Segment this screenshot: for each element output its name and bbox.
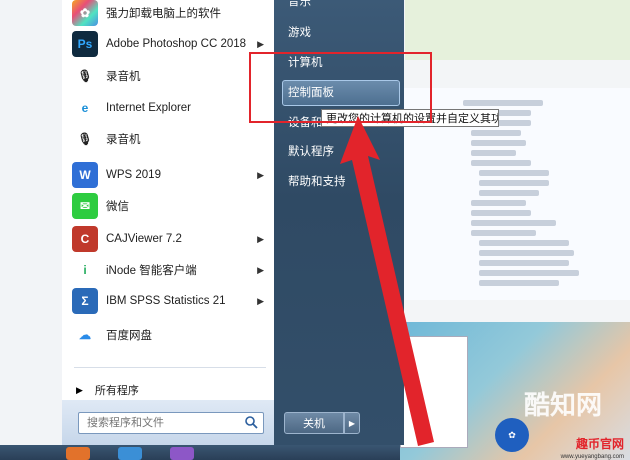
program-label: 微信 (106, 201, 129, 213)
program-item[interactable]: 🎙 录音机 (68, 61, 272, 91)
submenu-arrow-icon: ▶ (257, 264, 264, 275)
taskbar-app-icon[interactable] (66, 447, 90, 460)
background-window-header (405, 0, 630, 60)
annotation-highlight-box (249, 52, 432, 123)
left-desktop-edge (0, 0, 62, 460)
program-item[interactable]: Σ IBM SPSS Statistics 21 ▶ (68, 286, 272, 316)
search-box[interactable] (78, 412, 264, 434)
submenu-arrow-icon: ▶ (257, 295, 264, 306)
microphone-icon: 🎙 (72, 126, 98, 152)
program-label: CAJViewer 7.2 (106, 233, 182, 245)
annotation-arrow-icon (340, 116, 434, 446)
program-item[interactable]: C CAJViewer 7.2 ▶ (68, 224, 272, 254)
inode-icon: i (72, 257, 98, 283)
divider (74, 367, 266, 368)
program-label: 录音机 (106, 134, 141, 146)
menu-item-music[interactable]: 音乐 (288, 0, 311, 12)
program-item[interactable]: Ps Adobe Photoshop CC 2018 ▶ (68, 29, 272, 59)
program-item[interactable]: ☁ 百度网盘 (68, 320, 272, 350)
cajviewer-icon: C (72, 226, 98, 252)
taskbar-app-icon[interactable] (170, 447, 194, 460)
taskbar (0, 445, 400, 460)
watermark-domain: www.yueyangbang.com (560, 454, 624, 460)
taskbar-app-icon[interactable] (118, 447, 142, 460)
program-item[interactable]: i iNode 智能客户端 ▶ (68, 255, 272, 285)
program-label: WPS 2019 (106, 169, 161, 181)
submenu-arrow-icon: ▶ (257, 38, 264, 49)
search-icon[interactable] (244, 415, 258, 429)
program-label: 录音机 (106, 71, 141, 83)
program-item[interactable]: ✉ 微信 (68, 191, 272, 221)
program-label: Adobe Photoshop CC 2018 (106, 38, 247, 50)
menu-item-games[interactable]: 游戏 (288, 21, 311, 43)
program-label: 强力卸载电脑上的软件 (106, 8, 221, 20)
wps-icon: W (72, 162, 98, 188)
program-label: IBM SPSS Statistics 21 (106, 295, 226, 307)
colorful-flower-icon: ✿ (72, 0, 98, 26)
program-label: iNode 智能客户端 (106, 265, 197, 277)
watermark-logo-icon: ✿ (495, 418, 529, 452)
watermark-brand-primary: 酷知网 (523, 390, 602, 420)
all-programs-label: 所有程序 (94, 385, 139, 397)
spss-icon: Σ (72, 288, 98, 314)
submenu-arrow-icon: ▶ (257, 169, 264, 180)
search-input[interactable] (85, 416, 239, 430)
program-label: 百度网盘 (106, 330, 152, 342)
menu-item-default-programs[interactable]: 默认程序 (288, 140, 334, 162)
submenu-arrow-icon: ▶ (257, 233, 264, 244)
program-item[interactable]: ✿ 强力卸载电脑上的软件 (68, 0, 272, 28)
program-item[interactable]: 🎙 录音机 (68, 124, 272, 154)
internet-explorer-icon: e (72, 95, 98, 121)
play-arrow-icon: ▶ (76, 384, 83, 395)
microphone-icon: 🎙 (72, 63, 98, 89)
wechat-icon: ✉ (72, 193, 98, 219)
baidu-netdisk-icon: ☁ (72, 322, 98, 348)
all-programs-button[interactable]: ▶ 所有程序 (76, 380, 139, 400)
watermark-brand-secondary: 趣币官网 (575, 437, 624, 451)
program-item[interactable]: W WPS 2019 ▶ (68, 160, 272, 190)
photoshop-icon: Ps (72, 31, 98, 57)
program-item[interactable]: e Internet Explorer (68, 93, 272, 123)
program-label: Internet Explorer (106, 102, 192, 114)
